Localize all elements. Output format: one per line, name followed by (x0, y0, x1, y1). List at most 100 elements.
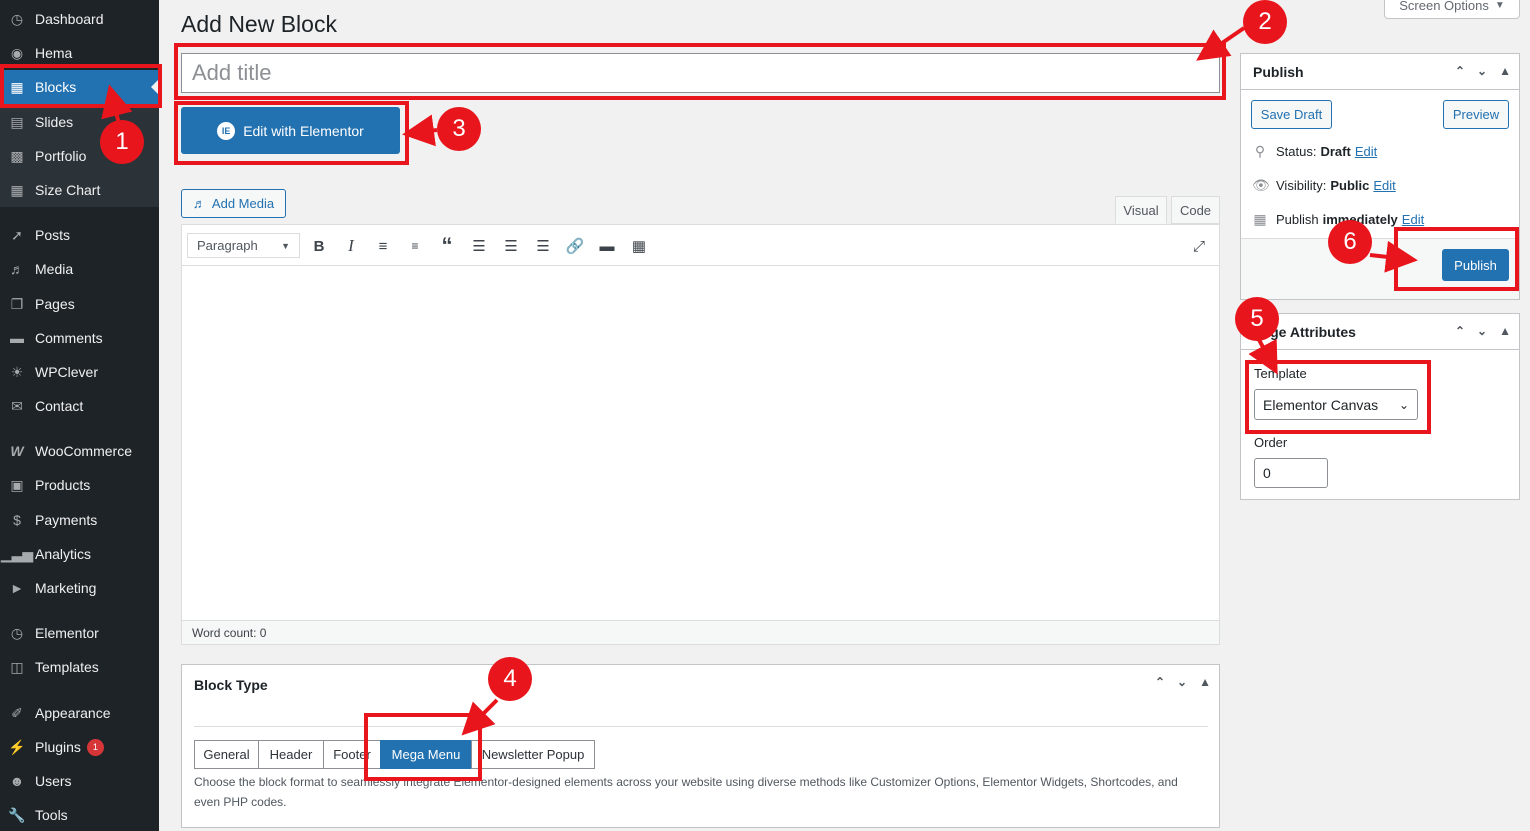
visibility-edit-link[interactable]: Edit (1373, 178, 1395, 193)
sidebar-item-marketing[interactable]: ► Marketing (0, 571, 159, 605)
products-icon: ▣ (10, 476, 24, 493)
sidebar-item-payments[interactable]: $ Payments (0, 503, 159, 537)
sidebar-item-plugins[interactable]: ⚡ Plugins 1 (0, 730, 159, 764)
annotation-box-publish (1394, 227, 1519, 291)
bullet-list-icon[interactable]: ≡ (371, 234, 395, 258)
sidebar-item-woocommerce[interactable]: W WooCommerce (0, 434, 159, 468)
bold-icon[interactable]: B (307, 234, 331, 258)
portfolio-icon: ▩ (10, 147, 24, 164)
editor-toolbar: Paragraph ▼ B I ≡ ≡ “ ☰ ☰ ☰ 🔗 ▬ ▦ ⤢ (182, 225, 1219, 266)
box-controls: ⌃ ⌄ ▲ (1155, 675, 1211, 689)
visibility-label: Visibility: (1276, 178, 1327, 193)
toggle-arrow-icon[interactable]: ▲ (1499, 64, 1511, 78)
sidebar-item-elementor[interactable]: ◷ Elementor (0, 616, 159, 650)
page-title: Add New Block (181, 11, 337, 37)
sidebar-item-tools[interactable]: 🔧 Tools (0, 798, 159, 831)
caret-down-icon: ▼ (281, 240, 290, 251)
annotation-number-6: 6 (1328, 220, 1372, 264)
sidebar-item-users[interactable]: ☻ Users (0, 764, 159, 798)
save-draft-button[interactable]: Save Draft (1251, 100, 1332, 129)
slides-icon: ▤ (10, 113, 24, 130)
page-attributes-header: Page Attributes ⌃ ⌄ ▲ (1241, 314, 1519, 350)
annotation-box-blocks (0, 64, 162, 108)
annotation-number-1: 1 (100, 120, 144, 164)
sidebar-item-label: Products (35, 477, 91, 493)
analytics-icon: ▁▃▅ (0, 545, 34, 562)
blockquote-icon[interactable]: “ (435, 233, 459, 258)
chevron-down-icon[interactable]: ⌄ (1477, 64, 1487, 78)
sidebar-item-media[interactable]: ♬ Media (0, 252, 159, 286)
sidebar-item-size-chart[interactable]: ▦ Size Chart (0, 173, 159, 207)
tab-visual-label: Visual (1123, 202, 1159, 218)
sidebar-item-wpclever[interactable]: ☀ WPClever (0, 355, 159, 389)
schedule-edit-link[interactable]: Edit (1402, 212, 1424, 227)
annotation-box-mega-menu (364, 713, 482, 781)
sidebar-item-comments[interactable]: ▬ Comments (0, 321, 159, 355)
caret-down-icon: ▼ (1494, 0, 1505, 11)
annotation-box-title (174, 43, 1226, 100)
plugins-update-badge: 1 (86, 738, 104, 756)
chevron-down-icon[interactable]: ⌄ (1477, 324, 1487, 338)
sidebar-item-dashboard[interactable]: ◷ Dashboard (0, 2, 159, 36)
tab-label: Header (269, 747, 313, 762)
payments-icon: $ (13, 512, 21, 528)
block-type-description: Choose the block format to seamlessly in… (194, 775, 1178, 809)
editor-status-bar: Word count: 0 (182, 620, 1219, 644)
annotation-number-2: 2 (1243, 0, 1287, 44)
screen-options-button[interactable]: Screen Options ▼ (1384, 0, 1520, 19)
toggle-arrow-icon[interactable]: ▲ (1199, 675, 1211, 689)
block-type-title: Block Type (194, 677, 268, 693)
tab-visual[interactable]: Visual (1115, 196, 1167, 224)
sidebar-item-pages[interactable]: ❐ Pages (0, 287, 159, 321)
italic-icon[interactable]: I (339, 234, 363, 258)
block-type-tab-header[interactable]: Header (258, 740, 324, 769)
sidebar-item-templates[interactable]: ◫ Templates (0, 650, 159, 684)
align-right-icon[interactable]: ☰ (531, 234, 555, 258)
toolbar-toggle-icon[interactable]: ▦ (627, 234, 651, 258)
sidebar-item-label: Analytics (35, 546, 92, 562)
plugins-icon: ⚡ (8, 738, 26, 755)
sidebar-item-label: Hema (35, 45, 73, 61)
editor-textarea[interactable] (182, 266, 1219, 620)
numbered-list-icon[interactable]: ≡ (403, 234, 427, 258)
pages-icon: ❐ (10, 295, 24, 312)
calendar-icon: ▦ (1253, 211, 1267, 227)
block-type-tab-general[interactable]: General (194, 740, 259, 769)
publish-title: Publish (1253, 63, 1304, 80)
annotation-box-template (1245, 360, 1431, 434)
box-controls: ⌃ ⌄ ▲ (1455, 324, 1511, 338)
status-edit-link[interactable]: Edit (1355, 144, 1377, 159)
read-more-icon[interactable]: ▬ (595, 234, 619, 258)
chevron-down-icon[interactable]: ⌄ (1177, 675, 1187, 689)
sidebar-item-products[interactable]: ▣ Products (0, 468, 159, 502)
block-type-tab-newsletter-popup[interactable]: Newsletter Popup (471, 740, 595, 769)
users-icon: ☻ (9, 773, 25, 789)
sidebar-item-label: Elementor (35, 625, 99, 641)
preview-button[interactable]: Preview (1443, 100, 1509, 129)
pin-icon: ⚲ (1254, 143, 1266, 159)
publish-header: Publish ⌃ ⌄ ▲ (1241, 54, 1519, 90)
sidebar-item-label: Tools (35, 807, 68, 823)
sidebar-item-appearance[interactable]: ✐ Appearance (0, 696, 159, 730)
sidebar-item-contact[interactable]: ✉ Contact (0, 389, 159, 423)
pin-icon: ➚ (11, 226, 23, 243)
align-left-icon[interactable]: ☰ (467, 234, 491, 258)
align-center-icon[interactable]: ☰ (499, 234, 523, 258)
sidebar-item-posts[interactable]: ➚ Posts (0, 218, 159, 252)
tab-label: Newsletter Popup (481, 747, 585, 762)
sidebar-item-label: Media (35, 261, 74, 277)
toggle-arrow-icon[interactable]: ▲ (1499, 324, 1511, 338)
tab-code[interactable]: Code (1171, 196, 1220, 224)
add-media-button[interactable]: ♬ Add Media (181, 189, 286, 218)
sidebar-item-label: Appearance (35, 705, 111, 721)
order-input[interactable]: 0 (1254, 458, 1328, 488)
chevron-up-icon[interactable]: ⌃ (1155, 675, 1165, 689)
media-icon: ♬ (192, 196, 206, 211)
chevron-up-icon[interactable]: ⌃ (1455, 324, 1465, 338)
format-select[interactable]: Paragraph ▼ (187, 233, 300, 258)
fullscreen-icon[interactable]: ⤢ (1187, 234, 1211, 258)
sidebar-item-label: Dashboard (35, 11, 104, 27)
sidebar-item-analytics[interactable]: ▁▃▅ Analytics (0, 537, 159, 571)
chevron-up-icon[interactable]: ⌃ (1455, 64, 1465, 78)
link-icon[interactable]: 🔗 (563, 234, 587, 258)
